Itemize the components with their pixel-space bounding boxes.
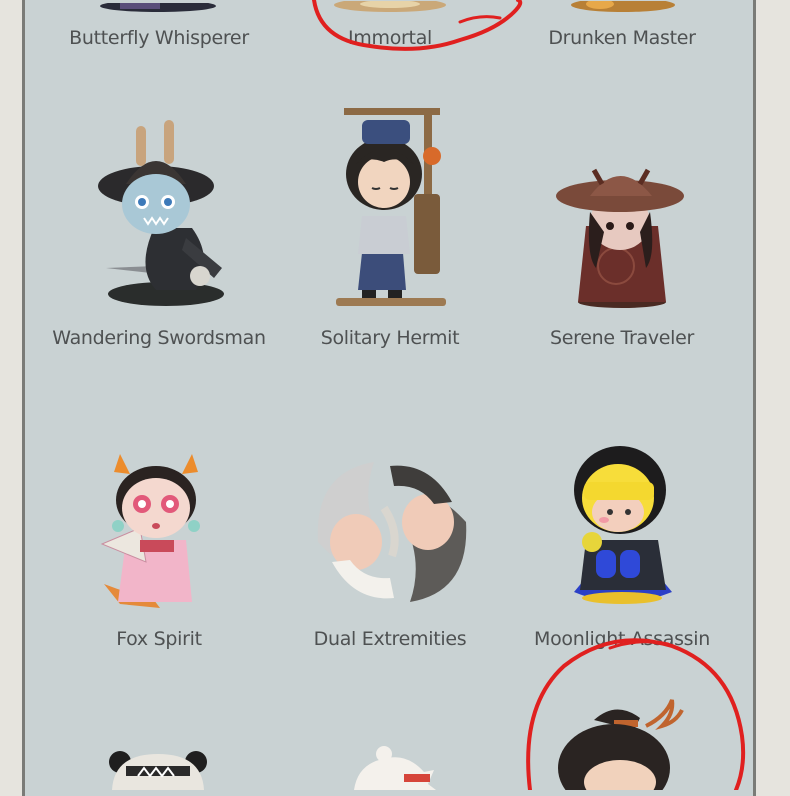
item-label-serene-traveler[interactable]: Serene Traveler [492,327,752,349]
fox-spirit-figure[interactable] [100,444,220,610]
item-label-moonlight-assassin[interactable]: Moonlight Assassin [492,628,752,650]
dual-extremities-figure[interactable] [304,452,480,612]
item-label-wandering-swordsman[interactable]: Wandering Swordsman [29,327,289,349]
item-label-dual-extremities[interactable]: Dual Extremities [260,628,520,650]
item-label-fox-spirit[interactable]: Fox Spirit [29,628,289,650]
item-label-butterfly-whisperer[interactable]: Butterfly Whisperer [29,27,289,49]
panda-figure-partial [108,748,208,790]
item-label-immortal[interactable]: Immortal [260,27,520,49]
moonlight-assassin-figure[interactable] [570,440,676,612]
item-label-solitary-hermit[interactable]: Solitary Hermit [260,327,520,349]
white-cat-figure-partial [348,744,440,790]
solitary-hermit-figure[interactable] [332,104,452,310]
serene-traveler-figure[interactable] [556,156,688,310]
immortal-figure-base [330,0,450,12]
drunken-master-figure-base [570,0,676,12]
item-label-drunken-master[interactable]: Drunken Master [492,27,752,49]
topknot-figure-partial [556,696,686,796]
wandering-swordsman-figure[interactable] [96,118,236,310]
butterfly-whisperer-figure-base [100,0,216,12]
